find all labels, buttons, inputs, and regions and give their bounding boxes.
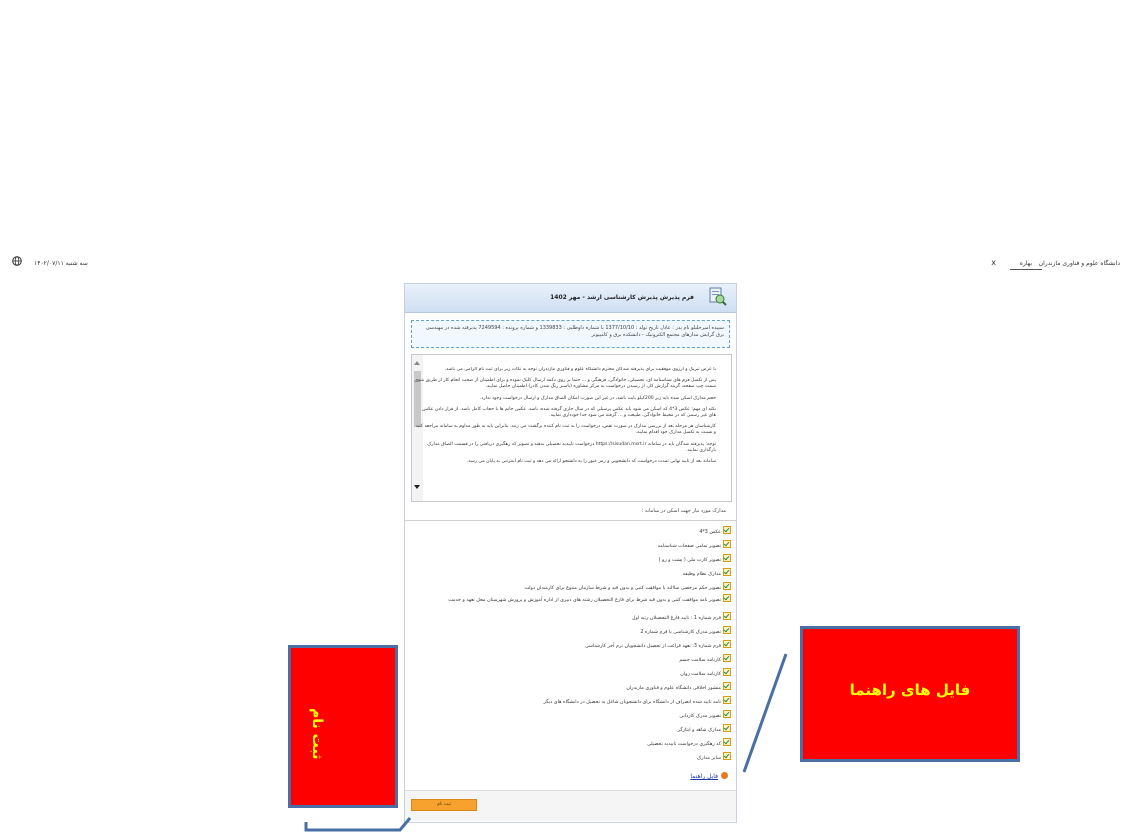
instructions-text: با عرض تبریک و آرزوی موفقیت برای پذیرفته…: [414, 367, 716, 499]
checkbox-icon[interactable]: [723, 526, 731, 534]
checkbox-icon[interactable]: [723, 654, 731, 662]
date-value: ۱۴۰۲/۰۷/۱۱: [34, 260, 64, 267]
page-title: فرم پذیرش پذیرش کارشناسی ارشد - مهر 1402: [550, 294, 694, 301]
doc-label: مدارک شاهد و ایثارگر: [677, 728, 721, 733]
checkbox-icon[interactable]: [723, 682, 731, 690]
register-connector-line: [304, 817, 412, 832]
list-item[interactable]: تصویر نامه موافقت کتبی و بدون قید شرط بر…: [411, 594, 731, 604]
checkbox-icon[interactable]: [723, 640, 731, 648]
panel-header: فرم پذیرش پذیرش کارشناسی ارشد - مهر 1402: [405, 284, 736, 313]
checkbox-icon[interactable]: [723, 752, 731, 760]
doc-label: تصویر حکم مرخصی ساالنه با موافقت کتبی و …: [524, 586, 721, 591]
date-display: سه شنبه ۱۴۰۲/۰۷/۱۱: [34, 260, 88, 267]
list-item[interactable]: سایر مدارک: [411, 752, 731, 762]
checkbox-icon[interactable]: [723, 554, 731, 562]
list-item[interactable]: کد رهگیری درخواست تاییدیه تحصیلی: [411, 738, 731, 748]
doc-label: عکس 3*4: [699, 530, 721, 535]
register-button[interactable]: ثبت نام: [411, 799, 477, 811]
instruction-paragraph: پس از تکمیل فرم های شناسنامه ای، تحصیلی،…: [414, 378, 716, 390]
list-item[interactable]: تصویر حکم مرخصی ساالنه با موافقت کتبی و …: [411, 582, 731, 592]
divider: [405, 520, 736, 521]
instruction-paragraph: توجه: پذیرفته شدگان باید در سامانه https…: [427, 441, 716, 453]
registration-callout-text: ثبت نام: [309, 708, 325, 760]
doc-label: تصویر مدرک کاردانی: [679, 714, 721, 719]
checkbox-icon[interactable]: [723, 696, 731, 704]
globe-icon[interactable]: [12, 256, 22, 266]
guide-files-callout-text: فایل های راهنما: [849, 681, 971, 699]
form-footer: ثبت نام: [405, 790, 736, 821]
instructions-box: با عرض تبریک و آرزوی موفقیت برای پذیرفته…: [411, 354, 732, 502]
user-name[interactable]: بهاره: [1009, 260, 1042, 270]
doc-label: کارنامه سلامت جسم: [679, 658, 721, 663]
list-item[interactable]: فرم شماره 3: تعهد فراغت از تحصیل دانشجوی…: [411, 640, 731, 650]
list-item[interactable]: مدارک نظام وظیفه: [411, 568, 731, 578]
instruction-paragraph: سامانه بعد از تایید نهایی تمدت درخواست ک…: [466, 459, 716, 465]
doc-label: فرم شماره 3: تعهد فراغت از تحصیل دانشجوی…: [585, 644, 721, 649]
list-item[interactable]: منشور اخلاقی دانشگاه علوم و فناوری مازند…: [411, 682, 731, 692]
checkbox-icon[interactable]: [723, 738, 731, 746]
checkbox-icon[interactable]: [723, 710, 731, 718]
top-bar: دانشگاه علوم و فناوری مازندران بهاره x س…: [0, 256, 1128, 276]
doc-label: نامه تایید شده انصراف از دانشگاه برای دا…: [543, 700, 722, 705]
list-item[interactable]: مدارک شاهد و ایثارگر: [411, 724, 731, 734]
scroll-up-icon[interactable]: [414, 361, 420, 365]
list-item[interactable]: تصویر مدرک کارشناسی یا فرم شماره 2: [411, 626, 731, 636]
checkbox-icon[interactable]: [723, 612, 731, 620]
doc-label: سایر مدارک: [696, 756, 721, 761]
university-name: دانشگاه علوم و فناوری مازندران: [1038, 260, 1120, 267]
checkbox-icon[interactable]: [723, 540, 731, 548]
list-item[interactable]: تصویر تمامی صفحات شناسنامه: [411, 540, 731, 550]
doc-label: مدارک نظام وظیفه: [682, 572, 721, 577]
doc-label: تصویر کارت ملی ( پشت و رو ): [658, 558, 721, 563]
list-item[interactable]: تصویر کارت ملی ( پشت و رو ): [411, 554, 731, 564]
checkbox-icon[interactable]: [723, 594, 731, 602]
doc-label: تصویر نامه موافقت کتبی و بدون قید شرط بر…: [448, 598, 721, 603]
guide-link-text[interactable]: فایل راهنما: [690, 773, 718, 780]
instruction-paragraph: حجم مدارک اسکن شده باید زیر 200کیلو بایت…: [479, 395, 716, 401]
checkbox-icon[interactable]: [723, 724, 731, 732]
close-button[interactable]: x: [991, 258, 996, 267]
doc-label: کد رهگیری درخواست تاییدیه تحصیلی: [647, 742, 721, 747]
list-item[interactable]: نامه تایید شده انصراف از دانشگاه برای دا…: [411, 696, 731, 706]
weekday: سه شنبه: [65, 260, 88, 267]
download-icon[interactable]: [721, 772, 728, 779]
admission-form-panel: فرم پذیرش پذیرش کارشناسی ارشد - مهر 1402…: [404, 283, 737, 823]
guide-connector-line: [742, 653, 788, 773]
doc-label: تصویر تمامی صفحات شناسنامه: [657, 544, 721, 549]
checkbox-icon[interactable]: [723, 568, 731, 576]
checkbox-icon[interactable]: [723, 582, 731, 590]
document-search-icon: [709, 287, 727, 306]
doc-label: فرم شماره 1 : تایید فارغ التحصیلان رتبه …: [631, 616, 721, 621]
list-item[interactable]: تصویر مدرک کاردانی: [411, 710, 731, 720]
list-item[interactable]: کارنامه سلامت جسم: [411, 654, 731, 664]
instruction-paragraph: کارشناسان هر مرحله بعد از بررسی مدارک در…: [415, 424, 716, 436]
instruction-paragraph: نکته ای مهم: عکس 3*4 که اسکن می شود باید…: [422, 406, 716, 419]
registration-callout: ثبت نام: [288, 645, 398, 808]
list-item[interactable]: عکس 3*4: [411, 526, 731, 536]
list-item[interactable]: کارنامه سلامت روان: [411, 668, 731, 678]
doc-label: تصویر مدرک کارشناسی یا فرم شماره 2: [640, 630, 721, 635]
list-item[interactable]: فرم شماره 1 : تایید فارغ التحصیلان رتبه …: [411, 612, 731, 622]
applicant-info: سپیده امیرخلیلو نام پدر : عادل تاریخ تول…: [411, 320, 730, 348]
doc-label: کارنامه سلامت روان: [680, 672, 721, 677]
doc-label: منشور اخلاقی دانشگاه علوم و فناوری مازند…: [626, 686, 721, 691]
guide-files-callout: فایل های راهنما: [800, 626, 1020, 762]
checkbox-icon[interactable]: [723, 668, 731, 676]
required-docs-title: مدارک مورد نیاز جهت اسکن در سامانه :: [641, 508, 726, 514]
guide-file-link[interactable]: فایل راهنما: [690, 772, 728, 780]
checkbox-icon[interactable]: [723, 626, 731, 634]
instruction-paragraph: با عرض تبریک و آرزوی موفقیت برای پذیرفته…: [444, 367, 716, 372]
